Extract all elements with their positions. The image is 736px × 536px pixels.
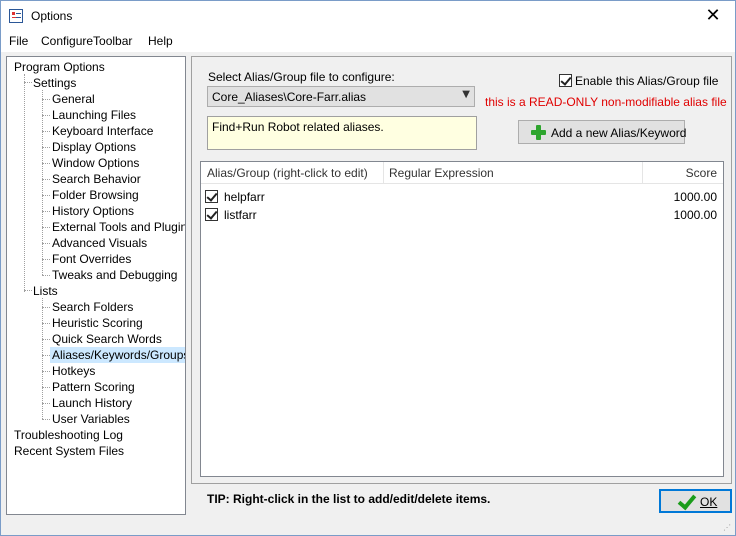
tree-connector [42, 195, 50, 196]
tree-connector [42, 339, 50, 340]
tree-connector [42, 179, 50, 180]
tree-connector [42, 147, 50, 148]
row-score: 1000.00 [673, 208, 717, 222]
tree-item-external-tools[interactable]: External Tools and Plugins [50, 219, 185, 235]
tree-item-search-folders[interactable]: Search Folders [50, 299, 135, 315]
tree-item-advanced-visuals[interactable]: Advanced Visuals [50, 235, 149, 251]
column-separator[interactable] [383, 162, 384, 184]
alias-file-select[interactable]: Core_Aliases\Core-Farr.alias ▼ [207, 86, 475, 107]
tree-item-launch-history[interactable]: Launch History [50, 395, 134, 411]
tree-connector [42, 307, 50, 308]
tree-item-tweaks-debugging[interactable]: Tweaks and Debugging [50, 267, 179, 283]
checklist-icon [9, 9, 23, 23]
row-alias-name: helpfarr [224, 190, 265, 204]
tree-connector [42, 259, 50, 260]
row-score: 1000.00 [673, 190, 717, 204]
table-row[interactable]: listfarr 1000.00 [201, 206, 723, 224]
column-score[interactable]: Score [686, 166, 717, 180]
tree-item-display-options[interactable]: Display Options [50, 139, 138, 155]
tree-item-hotkeys[interactable]: Hotkeys [50, 363, 97, 379]
tree-connector [42, 90, 43, 275]
chevron-down-icon: ▼ [462, 89, 470, 100]
tree-item-search-behavior[interactable]: Search Behavior [50, 171, 143, 187]
tree-item-recent-system-files[interactable]: Recent System Files [12, 443, 126, 459]
column-alias-group[interactable]: Alias/Group (right-click to edit) [207, 166, 368, 180]
tip-text: TIP: Right-click in the list to add/edit… [207, 492, 491, 506]
tree-connector [42, 298, 43, 419]
options-tree[interactable]: Program Options Settings General Launchi… [6, 56, 186, 515]
tree-item-history-options[interactable]: History Options [50, 203, 136, 219]
alias-file-value: Core_Aliases\Core-Farr.alias [212, 90, 367, 104]
tree-item-launching-files[interactable]: Launching Files [50, 107, 138, 123]
alias-list[interactable]: Alias/Group (right-click to edit) Regula… [200, 161, 724, 477]
tree-connector [42, 243, 50, 244]
table-row[interactable]: helpfarr 1000.00 [201, 188, 723, 206]
menu-configure-toolbar[interactable]: ConfigureToolbar [41, 34, 132, 48]
row-checkbox[interactable] [205, 208, 218, 221]
list-header: Alias/Group (right-click to edit) Regula… [201, 162, 723, 184]
menu-file[interactable]: File [9, 34, 28, 48]
enable-file-checkbox[interactable] [559, 74, 572, 87]
enable-file-label: Enable this Alias/Group file [575, 74, 719, 88]
window-title: Options [31, 9, 73, 23]
tree-connector [42, 275, 50, 276]
tree-connector [42, 211, 50, 212]
tree-item-heuristic-scoring[interactable]: Heuristic Scoring [50, 315, 145, 331]
add-alias-button[interactable]: Add a new Alias/Keyword [518, 120, 687, 144]
ok-label: OK [700, 495, 718, 509]
close-icon[interactable]: ✕ [691, 1, 735, 31]
tree-connector [24, 74, 25, 292]
checkmark-icon [677, 493, 695, 509]
resize-grip-icon[interactable]: ⋰ [723, 523, 733, 533]
alias-config-panel: Select Alias/Group file to configure: Co… [191, 56, 732, 484]
tree-connector [42, 115, 50, 116]
row-checkbox[interactable] [205, 190, 218, 203]
tree-item-quick-search-words[interactable]: Quick Search Words [50, 331, 164, 347]
tree-item-settings[interactable]: Settings [31, 75, 78, 91]
tree-item-user-variables[interactable]: User Variables [50, 411, 132, 427]
tree-connector [42, 403, 50, 404]
tree-item-window-options[interactable]: Window Options [50, 155, 141, 171]
plus-icon [531, 125, 546, 140]
tree-item-pattern-scoring[interactable]: Pattern Scoring [50, 379, 137, 395]
readonly-notice: this is a READ-ONLY non-modifiable alias… [485, 95, 727, 109]
tree-connector [42, 163, 50, 164]
tree-item-program-options[interactable]: Program Options [12, 59, 107, 75]
alias-description-box[interactable]: Find+Run Robot related aliases. [207, 116, 477, 150]
ok-button[interactable]: OK [659, 489, 732, 513]
column-separator[interactable] [642, 162, 643, 184]
column-regular-expression[interactable]: Regular Expression [389, 166, 494, 180]
menu-help[interactable]: Help [148, 34, 173, 48]
tree-connector [42, 387, 50, 388]
tree-connector [42, 371, 50, 372]
tree-connector [42, 99, 50, 100]
add-alias-label: Add a new Alias/Keyword [551, 126, 687, 140]
tree-connector [42, 227, 50, 228]
tree-item-general[interactable]: General [50, 91, 97, 107]
tree-connector [42, 323, 50, 324]
tree-item-aliases-keywords-groups[interactable]: Aliases/Keywords/Groups [50, 347, 185, 363]
tree-connector [42, 419, 50, 420]
row-alias-name: listfarr [224, 208, 257, 222]
tree-item-troubleshooting-log[interactable]: Troubleshooting Log [12, 427, 125, 443]
title-bar: Options ✕ [1, 1, 735, 31]
tree-connector [42, 355, 50, 356]
options-window: Options ✕ File ConfigureToolbar Help Pro… [0, 0, 736, 536]
tree-item-lists[interactable]: Lists [31, 283, 60, 299]
select-file-label: Select Alias/Group file to configure: [208, 70, 395, 84]
tree-connector [42, 131, 50, 132]
tree-item-keyboard-interface[interactable]: Keyboard Interface [50, 123, 155, 139]
menu-bar: File ConfigureToolbar Help [1, 31, 735, 52]
tree-item-font-overrides[interactable]: Font Overrides [50, 251, 133, 267]
tree-item-folder-browsing[interactable]: Folder Browsing [50, 187, 141, 203]
